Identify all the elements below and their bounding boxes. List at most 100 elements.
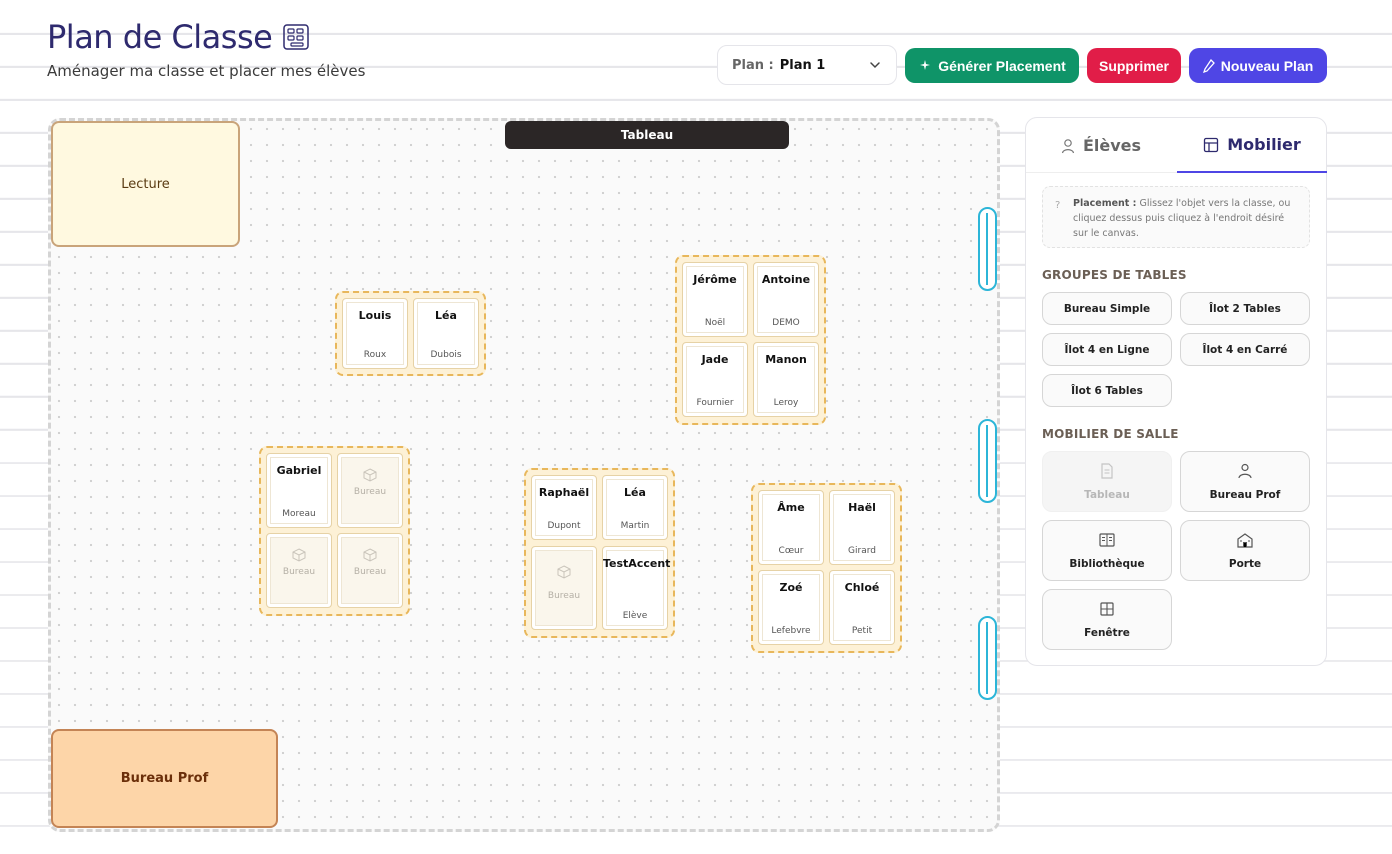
person-icon (1238, 463, 1252, 479)
desk[interactable]: TestAccent Elève (602, 546, 671, 630)
empty-desk-label: Bureau (353, 567, 387, 577)
chip-label: Îlot 6 Tables (1071, 384, 1143, 397)
desk[interactable]: Zoé Lefebvre (758, 570, 824, 645)
table-icon (1204, 137, 1219, 152)
empty-desk[interactable]: Bureau (337, 533, 403, 608)
empty-desk-label: Bureau (282, 567, 316, 577)
desk-group[interactable]: Âme Cœur Haël Girard Zoé Lefebvre Chloé … (751, 483, 902, 653)
furniture-library-button[interactable]: Bibliothèque (1042, 520, 1172, 581)
desk[interactable]: Jade Fournier (682, 342, 748, 417)
desk[interactable]: Antoine DEMO (753, 262, 819, 337)
empty-desk-label: Bureau (547, 591, 581, 601)
empty-desk[interactable]: Bureau (531, 546, 597, 630)
student-last-name: Roux (363, 350, 387, 360)
panel-tabs: Élèves Mobilier (1026, 118, 1327, 173)
desk[interactable]: Gabriel Moreau (266, 453, 332, 528)
furniture-label: Tableau (1084, 489, 1130, 501)
chip-label: Îlot 4 en Ligne (1064, 343, 1150, 356)
page-subtitle: Aménager ma classe et placer mes élèves (47, 62, 366, 80)
plan-select[interactable]: Plan : Plan 1 (717, 45, 897, 85)
student-last-name: Leroy (773, 398, 799, 408)
empty-desk[interactable]: Bureau (337, 453, 403, 528)
page-title: Plan de Classe (47, 18, 310, 56)
student-first-name: Léa (435, 309, 457, 322)
desk[interactable]: Louis Roux (342, 298, 408, 369)
desk-group[interactable]: Louis Roux Léa Dubois (335, 291, 486, 376)
student-first-name: TestAccent (603, 557, 671, 570)
furniture-door-button[interactable]: Porte (1180, 520, 1310, 581)
document-icon (1101, 463, 1113, 479)
chevron-down-icon (870, 62, 880, 69)
table-groups-title: GROUPES DE TABLES (1042, 268, 1187, 282)
tab-eleves[interactable]: Élèves (1026, 118, 1176, 173)
box-icon (363, 548, 377, 562)
student-first-name: Gabriel (276, 464, 322, 477)
student-last-name: Dupont (547, 521, 581, 531)
student-last-name: DEMO (772, 318, 800, 328)
delete-button[interactable]: Supprimer (1087, 48, 1181, 83)
desk[interactable]: Jérôme Noël (682, 262, 748, 337)
placement-info-title: Placement : (1073, 198, 1137, 209)
empty-desk-label: Bureau (353, 487, 387, 497)
furniture-label: Bibliothèque (1069, 558, 1145, 570)
add-island-4-square-button[interactable]: Îlot 4 en Carré (1180, 333, 1310, 366)
plan-select-label: Plan : (732, 57, 774, 73)
student-last-name: Petit (851, 626, 873, 636)
generate-placement-button[interactable]: Générer Placement (905, 48, 1079, 83)
chip-label: Îlot 4 en Carré (1202, 343, 1288, 356)
window-marker[interactable] (978, 419, 997, 503)
new-plan-label: Nouveau Plan (1220, 57, 1314, 74)
student-first-name: Léa (624, 486, 646, 499)
student-first-name: Chloé (844, 581, 880, 594)
board[interactable]: Tableau (505, 121, 789, 149)
desk-group[interactable]: Gabriel Moreau Bureau Bureau Bureau (259, 446, 410, 616)
desk-group[interactable]: Raphaël Dupont Léa Martin Bureau TestAcc… (524, 468, 675, 638)
add-island-6-button[interactable]: Îlot 6 Tables (1042, 374, 1172, 407)
student-last-name: Elève (622, 611, 648, 621)
tab-mobilier[interactable]: Mobilier (1177, 118, 1327, 173)
teacher-desk-zone[interactable]: Bureau Prof (51, 729, 278, 828)
empty-desk[interactable]: Bureau (266, 533, 332, 608)
box-icon (292, 548, 306, 562)
plan-select-value: Plan 1 (779, 57, 826, 73)
tab-eleves-label: Élèves (1082, 136, 1142, 155)
student-last-name: Lefebvre (771, 626, 811, 636)
student-last-name: Dubois (430, 350, 462, 360)
student-first-name: Jérôme (693, 273, 737, 286)
student-last-name: Cœur (778, 546, 804, 556)
desk[interactable]: Léa Martin (602, 475, 668, 540)
reading-zone[interactable]: Lecture (51, 121, 240, 247)
placement-info: ? Placement : Glissez l'objet vers la cl… (1042, 186, 1310, 248)
student-first-name: Louis (358, 309, 392, 322)
window-marker[interactable] (978, 207, 997, 291)
desk[interactable]: Haël Girard (829, 490, 895, 565)
add-island-2-button[interactable]: Îlot 2 Tables (1180, 292, 1310, 325)
classroom-layout-icon (283, 24, 310, 50)
student-first-name: Zoé (779, 581, 803, 594)
desk[interactable]: Léa Dubois (413, 298, 479, 369)
page-title-text: Plan de Classe (47, 18, 273, 56)
add-island-4-line-button[interactable]: Îlot 4 en Ligne (1042, 333, 1172, 366)
sparkles-icon (920, 59, 931, 70)
desk[interactable]: Raphaël Dupont (531, 475, 597, 540)
student-first-name: Haël (848, 501, 876, 514)
help-icon: ? (1055, 200, 1061, 211)
desk[interactable]: Chloé Petit (829, 570, 895, 645)
desk[interactable]: Âme Cœur (758, 490, 824, 565)
desk-group[interactable]: Jérôme Noël Antoine DEMO Jade Fournier M… (675, 255, 826, 425)
box-icon (557, 565, 571, 579)
add-single-desk-button[interactable]: Bureau Simple (1042, 292, 1172, 325)
window-icon (1100, 602, 1114, 616)
new-plan-button[interactable]: Nouveau Plan (1189, 48, 1327, 83)
pencil-icon (1202, 58, 1215, 73)
student-last-name: Noël (704, 318, 726, 328)
chip-label: Bureau Simple (1063, 302, 1151, 315)
furniture-board-button[interactable]: Tableau (1042, 451, 1172, 512)
furniture-teacher-desk-button[interactable]: Bureau Prof (1180, 451, 1310, 512)
school-icon (1237, 533, 1253, 548)
furniture-window-button[interactable]: Fenêtre (1042, 589, 1172, 650)
desk[interactable]: Manon Leroy (753, 342, 819, 417)
window-marker[interactable] (978, 616, 997, 700)
board-label: Tableau (620, 128, 674, 142)
student-first-name: Âme (777, 501, 805, 514)
